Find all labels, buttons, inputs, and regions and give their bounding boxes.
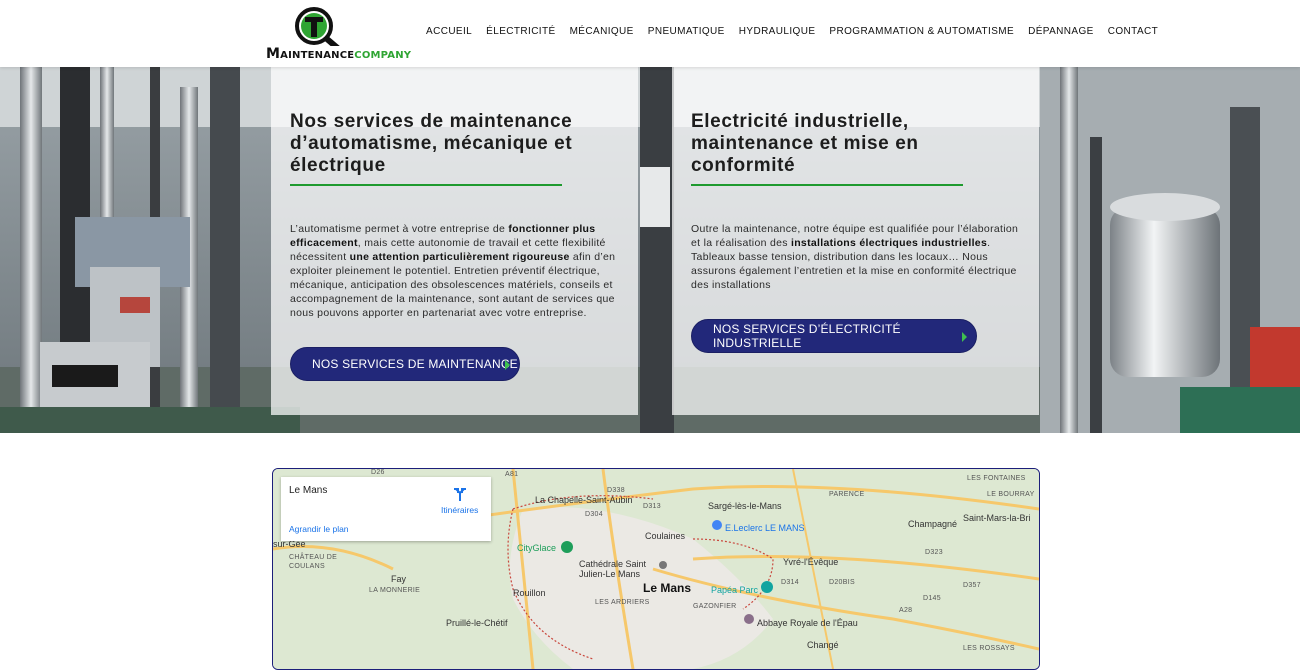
- map-road-label: D145: [923, 595, 941, 602]
- site-header: MAINTENANCECOMPANY ACCUEIL ÉLECTRICITÉ M…: [0, 0, 1300, 67]
- map-road-label: D20BIS: [829, 579, 855, 586]
- map-road-label: D357: [963, 582, 981, 589]
- map-label: Abbaye Royale de l'Épau: [757, 618, 858, 628]
- map-label: Pruillé-le-Chétif: [446, 618, 508, 628]
- map-label: Rouillon: [513, 588, 546, 598]
- title-underline: [691, 184, 963, 186]
- nav-depannage[interactable]: DÉPANNAGE: [1028, 26, 1094, 37]
- map-label: LE BOURRAY: [987, 491, 1035, 498]
- electricity-services-button[interactable]: NOS SERVICES D’ÉLECTRICITÉ INDUSTRIELLE: [691, 319, 977, 353]
- map-label: Papéa Parc: [711, 585, 759, 595]
- map-label: Coulaines: [645, 531, 686, 541]
- map-label: PARENCE: [829, 491, 865, 498]
- enlarge-map-link[interactable]: Agrandir le plan: [289, 524, 349, 534]
- electricity-card-title: Electricité industrielle, maintenance et…: [691, 111, 919, 176]
- map-label: Saint-Mars-la-Bri: [963, 513, 1031, 523]
- directions-icon[interactable]: [453, 487, 467, 501]
- electricity-card: Electricité industrielle, maintenance et…: [672, 67, 1039, 415]
- map-road-label: D338: [607, 487, 625, 494]
- nav-electricite[interactable]: ÉLECTRICITÉ: [486, 26, 555, 37]
- maintenance-services-button-label: NOS SERVICES DE MAINTENANCE: [312, 357, 518, 371]
- map-label: LA MONNERIE: [369, 587, 421, 594]
- maintenance-card-text: L’automatisme permet à votre entreprise …: [290, 223, 616, 319]
- map-label: CityGlace: [517, 543, 557, 553]
- electricity-card-text: Outre la maintenance, notre équipe est q…: [691, 223, 1019, 291]
- map-label: Champagné: [908, 519, 958, 529]
- map-road-label: D26: [371, 469, 385, 476]
- maintenance-services-button[interactable]: NOS SERVICES DE MAINTENANCE: [290, 347, 520, 381]
- hero-section: Nos services de maintenance d’automatism…: [0, 67, 1300, 433]
- electricity-services-button-label: NOS SERVICES D’ÉLECTRICITÉ INDUSTRIELLE: [713, 322, 901, 350]
- nav-mecanique[interactable]: MÉCANIQUE: [570, 26, 634, 37]
- map-label: LES FONTAINES: [967, 475, 1026, 482]
- nav-contact[interactable]: CONTACT: [1108, 26, 1158, 37]
- nav-accueil[interactable]: ACCUEIL: [426, 26, 472, 37]
- map-label: La Chapelle-Saint-Aubin: [535, 495, 633, 505]
- logo-wordmark: MAINTENANCECOMPANY: [266, 46, 412, 62]
- map-label: Fay: [391, 574, 407, 584]
- site-logo[interactable]: MAINTENANCECOMPANY: [266, 6, 411, 62]
- industrial-background-image: [0, 67, 1300, 433]
- nav-programmation[interactable]: PROGRAMMATION & AUTOMATISME: [829, 26, 1014, 37]
- embedded-map[interactable]: Le Mans La Chapelle-Saint-Aubin Sargé-lè…: [272, 468, 1040, 670]
- arrow-right-icon: [505, 360, 510, 370]
- map-place-name: Le Mans: [289, 485, 328, 496]
- maintenance-card-title: Nos services de maintenance d’automatism…: [290, 111, 573, 176]
- map-label: Changé: [807, 640, 839, 650]
- map-road-label: D304: [585, 511, 603, 518]
- map-road-label: D314: [781, 579, 799, 586]
- map-label: LES ROSSAYS: [963, 645, 1015, 652]
- main-nav: ACCUEIL ÉLECTRICITÉ MÉCANIQUE PNEUMATIQU…: [426, 26, 1172, 37]
- map-info-card: Le Mans Itinéraires Agrandir le plan: [281, 477, 491, 541]
- nav-hydraulique[interactable]: HYDRAULIQUE: [739, 26, 816, 37]
- map-label: CHÂTEAU DE COULANS: [289, 554, 338, 570]
- arrow-right-icon: [962, 332, 967, 342]
- maintenance-card: Nos services de maintenance d’automatism…: [271, 67, 638, 415]
- map-label-city: Le Mans: [643, 581, 692, 595]
- map-label: LES ARDRIERS: [595, 599, 650, 606]
- map-label: Cathédrale Saint Julien-Le Mans: [579, 559, 647, 579]
- directions-link[interactable]: Itinéraires: [441, 505, 478, 515]
- magnifier-logo-icon: [295, 7, 340, 46]
- map-label: E.Leclerc LE MANS: [725, 523, 805, 533]
- map-road-label: A28: [899, 607, 913, 614]
- map-label: GAZONFIER: [693, 603, 737, 610]
- map-label: Yvré-l'Évêque: [783, 557, 839, 567]
- title-underline: [290, 184, 562, 186]
- nav-pneumatique[interactable]: PNEUMATIQUE: [648, 26, 725, 37]
- map-road-label: D313: [643, 503, 661, 510]
- map-road-label: A81: [505, 471, 519, 478]
- map-road-label: D323: [925, 549, 943, 556]
- map-label: Sargé-lès-le-Mans: [708, 501, 782, 511]
